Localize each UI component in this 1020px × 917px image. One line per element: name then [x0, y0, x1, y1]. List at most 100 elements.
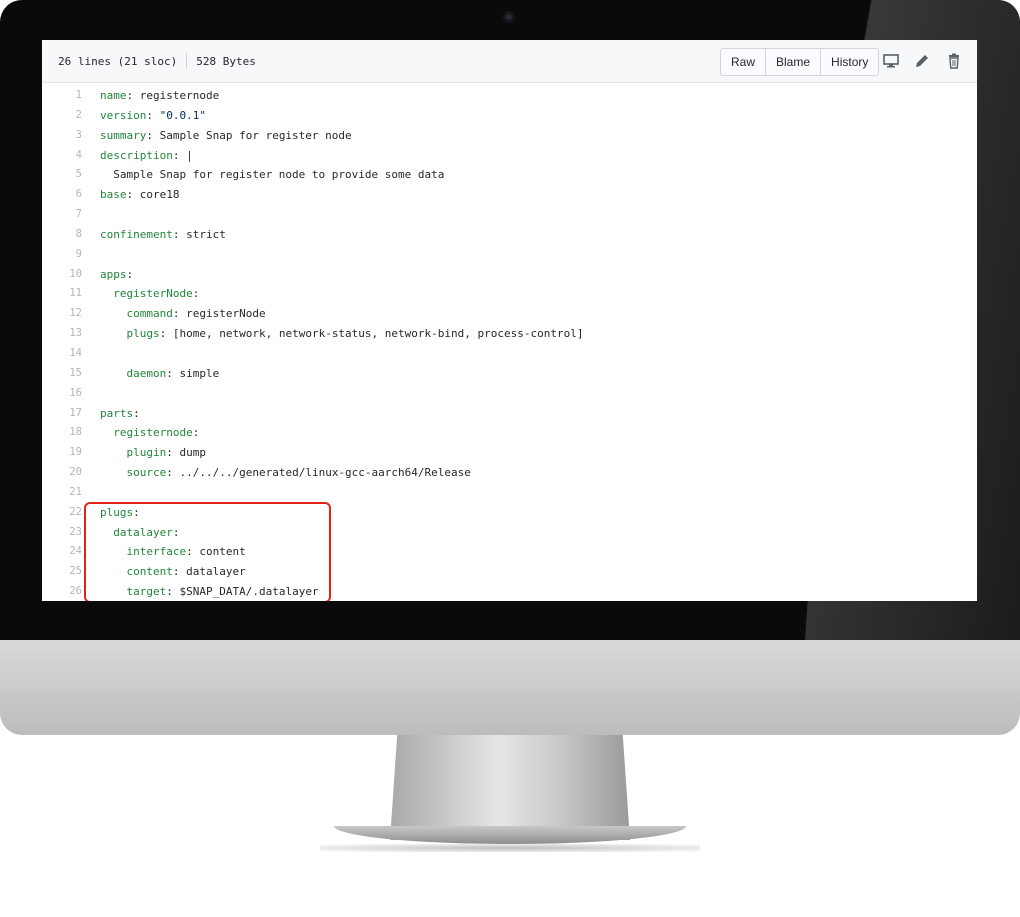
code-line: 20 source: ../../../generated/linux-gcc-…: [42, 463, 977, 483]
line-number[interactable]: 8: [42, 225, 100, 245]
file-actions: Raw Blame History: [720, 48, 880, 76]
yaml-value: core18: [133, 188, 180, 202]
screen: 26 lines (21 sloc) 528 Bytes Raw Blame H…: [42, 40, 977, 601]
line-content: registerNode:: [100, 284, 199, 304]
code-line: 21: [42, 483, 977, 503]
yaml-value: [home, network, network-status, network-…: [166, 327, 584, 341]
yaml-key: command: [126, 307, 173, 321]
highlight-box: [84, 502, 331, 601]
yaml-colon: :: [166, 466, 173, 480]
yaml-value: simple: [172, 366, 220, 380]
file-header: 26 lines (21 sloc) 528 Bytes Raw Blame H…: [42, 40, 977, 83]
line-content: apps:: [100, 265, 133, 285]
yaml-colon: :: [166, 446, 173, 460]
line-content: version: "0.0.1": [100, 106, 206, 126]
line-number[interactable]: 5: [42, 165, 100, 185]
line-number[interactable]: 19: [42, 443, 100, 463]
pencil-icon[interactable]: [913, 52, 931, 70]
yaml-key: parts: [100, 406, 134, 420]
yaml-key: name: [100, 89, 127, 102]
line-content: plugin: dump: [100, 443, 207, 463]
yaml-key: plugs: [126, 327, 160, 341]
line-number[interactable]: 12: [42, 304, 100, 324]
line-content: daemon: simple: [100, 364, 220, 384]
yaml-value: ../../../generated/linux-gcc-aarch64/Rel…: [172, 466, 471, 480]
line-number[interactable]: 4: [42, 146, 100, 166]
yaml-key: apps: [100, 267, 127, 281]
yaml-key: plugin: [126, 446, 167, 460]
code-line: 3 summary: Sample Snap for register node: [42, 126, 977, 146]
code-line: 6 base: core18: [42, 185, 977, 205]
desktop-icon[interactable]: [882, 52, 900, 70]
code-line: 1 name: registernode: [42, 86, 977, 106]
line-number[interactable]: 11: [42, 284, 100, 304]
yaml-key: registernode: [113, 426, 193, 440]
line-content: command: registerNode: [100, 304, 266, 324]
code-line: 9: [42, 245, 977, 265]
line-number[interactable]: 20: [42, 463, 100, 483]
line-number[interactable]: 3: [42, 126, 100, 146]
code-line: 13 plugs: [home, network, network-status…: [42, 324, 977, 344]
yaml-colon: :: [146, 108, 153, 122]
line-content: parts:: [100, 404, 140, 424]
line-number[interactable]: 9: [42, 245, 100, 265]
line-content: base: core18: [100, 185, 179, 205]
code-line: 18 registernode:: [42, 423, 977, 443]
monitor-stand: [390, 735, 630, 840]
yaml-key: source: [126, 466, 167, 480]
code-line: 8 confinement: strict: [42, 225, 977, 245]
history-button[interactable]: History: [821, 49, 878, 75]
trash-icon[interactable]: [945, 52, 963, 70]
yaml-value: dump: [172, 446, 206, 460]
camera-icon: [503, 11, 515, 23]
divider: [186, 53, 188, 69]
line-number[interactable]: 6: [42, 185, 100, 205]
line-number[interactable]: 21: [42, 483, 100, 503]
line-content: summary: Sample Snap for register node: [100, 126, 352, 146]
code-line: 19 plugin: dump: [42, 443, 977, 463]
line-content: description: |: [100, 146, 193, 166]
yaml-key: summary: [100, 128, 147, 142]
size-info: 528 Bytes: [196, 54, 256, 68]
monitor-chin: [0, 640, 1020, 735]
raw-button[interactable]: Raw: [721, 49, 767, 75]
yaml-colon: :: [192, 426, 200, 440]
code-line: 14: [42, 344, 977, 364]
yaml-colon: :: [192, 287, 200, 301]
code-line: 16: [42, 384, 977, 404]
line-number[interactable]: 10: [42, 265, 100, 285]
line-number[interactable]: 13: [42, 324, 100, 344]
yaml-key: version: [100, 108, 147, 122]
line-number[interactable]: 16: [42, 384, 100, 404]
line-content: plugs: [home, network, network-status, n…: [100, 324, 584, 344]
yaml-key: confinement: [100, 227, 173, 241]
line-number[interactable]: 2: [42, 106, 100, 126]
line-number[interactable]: 17: [42, 404, 100, 424]
yaml-key: base: [100, 188, 127, 202]
monitor-stand-foot: [334, 826, 686, 844]
line-content: name: registernode: [100, 86, 219, 106]
line-number[interactable]: 1: [42, 86, 100, 106]
line-number[interactable]: 14: [42, 344, 100, 364]
stand-shadow: [320, 844, 700, 852]
yaml-value: Sample Snap for register node to provide…: [100, 168, 445, 182]
yaml-value: |: [179, 148, 193, 162]
yaml-value: Sample Snap for register node: [152, 128, 352, 142]
yaml-colon: :: [126, 267, 134, 281]
line-content: confinement: strict: [100, 225, 226, 245]
line-number[interactable]: 7: [42, 205, 100, 225]
yaml-key: daemon: [126, 366, 167, 380]
yaml-value: "0.0.1": [152, 108, 206, 122]
yaml-value: strict: [179, 227, 226, 241]
line-number[interactable]: 18: [42, 423, 100, 443]
code-line: 10 apps:: [42, 265, 977, 285]
code-line: 4 description: |: [42, 146, 977, 166]
line-number[interactable]: 15: [42, 364, 100, 384]
blame-button[interactable]: Blame: [766, 49, 822, 75]
